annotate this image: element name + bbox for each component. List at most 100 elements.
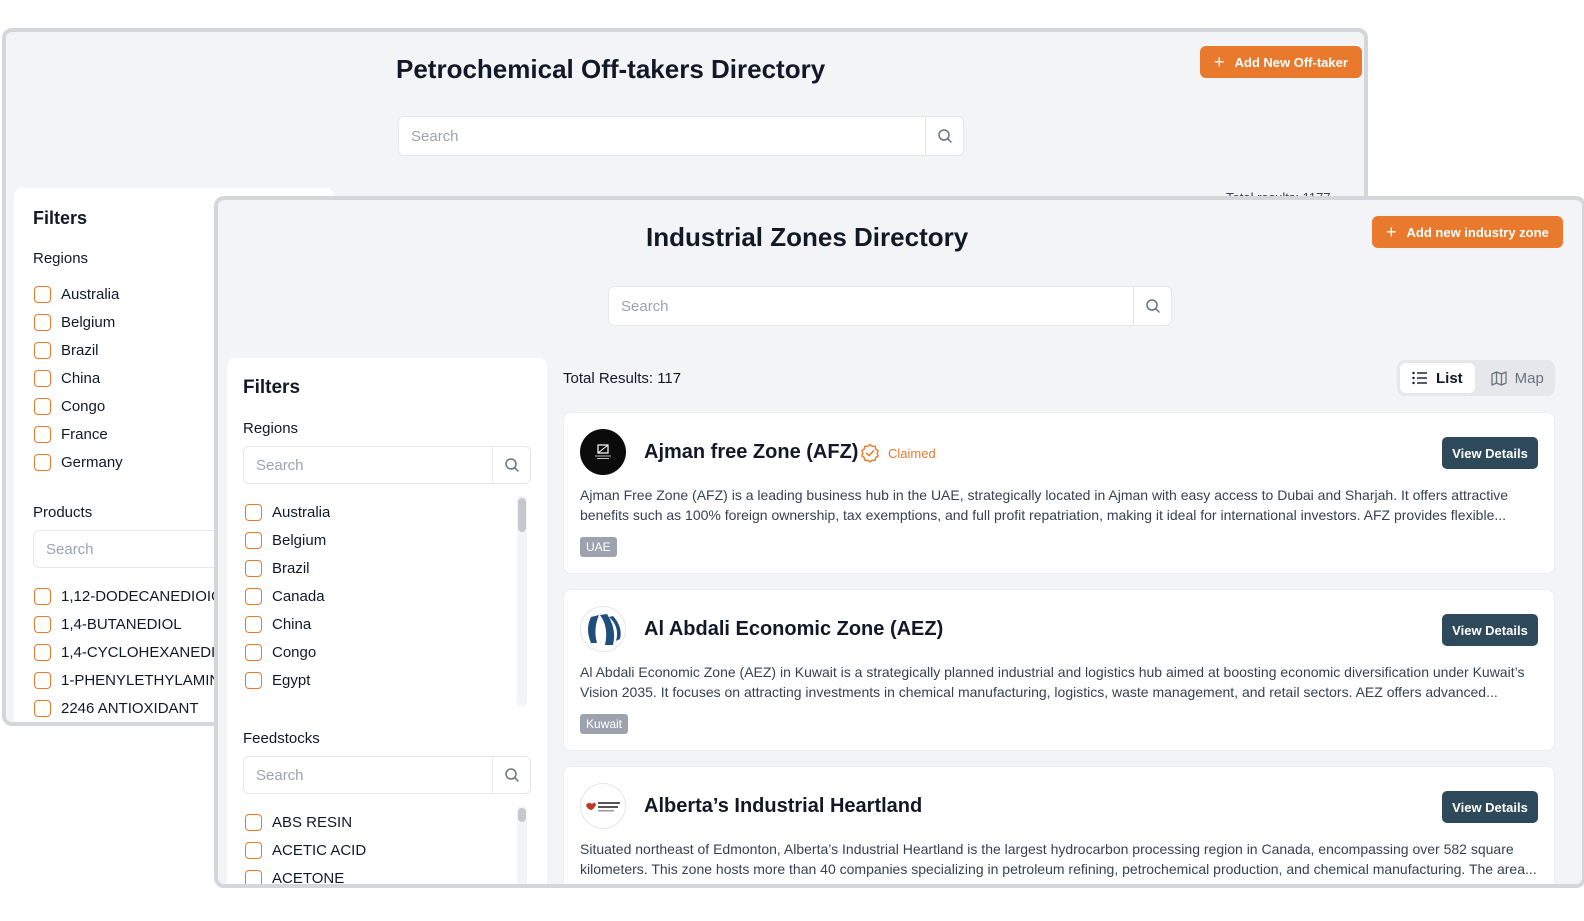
checkbox[interactable] <box>245 671 262 689</box>
filters-heading: Filters <box>33 208 88 228</box>
checkbox[interactable] <box>245 841 262 859</box>
checkbox[interactable] <box>34 341 51 359</box>
region-option[interactable]: Australia <box>245 498 330 526</box>
region-tag: Kuwait <box>580 714 629 734</box>
verified-badge-icon <box>861 443 879 463</box>
page-title: Petrochemical Off-takers Directory <box>396 54 826 84</box>
add-industry-zone-label: Add new industry zone <box>1406 224 1549 240</box>
checkbox[interactable] <box>34 699 51 717</box>
checkbox[interactable] <box>34 369 51 387</box>
view-details-button[interactable]: View Details <box>1442 614 1538 646</box>
region-option[interactable]: Congo <box>34 392 123 420</box>
region-option[interactable]: Brazil <box>245 554 330 582</box>
feedstock-option[interactable]: ACETONE <box>245 864 366 884</box>
checkbox[interactable] <box>34 313 51 331</box>
regions-list: Australia Belgium Brazil China Congo Fra… <box>34 280 123 476</box>
list-icon <box>1412 371 1427 385</box>
regions-list: Australia Belgium Brazil Canada China Co… <box>245 498 330 706</box>
product-option[interactable]: 2246 ANTIOXIDANT <box>34 694 235 722</box>
feedstock-option[interactable]: ABS RESIN <box>245 808 366 836</box>
map-view-tab[interactable]: Map <box>1479 363 1556 393</box>
product-option[interactable]: 1,4-BUTANEDIOL <box>34 610 235 638</box>
region-option[interactable]: Congo <box>245 638 330 666</box>
scroll-thumb[interactable] <box>518 498 526 532</box>
plus-icon: + <box>1214 52 1225 72</box>
add-industry-zone-button[interactable]: + Add new industry zone <box>1372 216 1563 248</box>
search-input[interactable]: Search <box>609 287 1133 325</box>
filters-heading: Filters <box>243 377 301 398</box>
regions-search: Search <box>243 446 531 484</box>
zone-name[interactable]: Alberta’s Industrial Heartland <box>644 795 922 818</box>
products-label: Products <box>33 504 93 521</box>
zone-name[interactable]: Al Abdali Economic Zone (AEZ) <box>644 618 943 641</box>
add-offtaker-label: Add New Off-taker <box>1234 54 1348 70</box>
zone-name[interactable]: Ajman free Zone (AFZ) <box>644 441 858 464</box>
search-input[interactable]: Search <box>399 117 925 155</box>
region-option[interactable]: Egypt <box>245 666 330 694</box>
checkbox[interactable] <box>245 503 262 521</box>
region-option[interactable]: Canada <box>245 582 330 610</box>
checkbox[interactable] <box>245 643 262 661</box>
region-option[interactable]: China <box>34 364 123 392</box>
claimed-badge: Claimed <box>860 443 936 463</box>
zone-logo <box>580 783 626 829</box>
zone-logo <box>580 606 626 652</box>
region-option[interactable]: Brazil <box>34 336 123 364</box>
checkbox[interactable] <box>245 869 262 884</box>
zone-card: Alberta’s Industrial Heartland View Deta… <box>563 766 1555 884</box>
checkbox[interactable] <box>245 531 262 549</box>
checkbox[interactable] <box>34 643 51 661</box>
search-icon <box>504 458 519 472</box>
list-view-tab[interactable]: List <box>1400 363 1475 393</box>
results-total: Total Results: 117 <box>563 370 682 387</box>
zone-description: Ajman Free Zone (AFZ) is a leading busin… <box>580 487 1509 523</box>
region-option[interactable]: Germany <box>34 448 123 476</box>
search-icon <box>504 768 519 782</box>
checkbox[interactable] <box>34 615 51 633</box>
regions-search-input[interactable]: Search <box>244 447 492 483</box>
product-option[interactable]: 1,12-DODECANEDIOIC A <box>34 582 235 610</box>
checkbox[interactable] <box>34 285 51 303</box>
checkbox[interactable] <box>245 615 262 633</box>
feedstock-option[interactable]: ACETIC ACID <box>245 836 366 864</box>
feedstocks-search: Search <box>243 756 531 794</box>
regions-search-button[interactable] <box>492 447 530 483</box>
region-option[interactable]: Belgium <box>34 308 123 336</box>
checkbox[interactable] <box>34 587 51 605</box>
product-option[interactable]: 1,4-CYCLOHEXANEDIM <box>34 638 235 666</box>
checkbox[interactable] <box>34 425 51 443</box>
search-bar: Search <box>608 286 1172 326</box>
feedstocks-search-button[interactable] <box>492 757 530 793</box>
checkbox[interactable] <box>245 559 262 577</box>
region-tag: UAE <box>580 537 617 557</box>
view-details-button[interactable]: View Details <box>1442 437 1538 469</box>
checkbox[interactable] <box>245 587 262 605</box>
checkbox[interactable] <box>34 671 51 689</box>
region-option[interactable]: Belgium <box>245 526 330 554</box>
regions-label: Regions <box>243 420 299 437</box>
page-title: Industrial Zones Directory <box>646 222 969 252</box>
view-details-button[interactable]: View Details <box>1442 791 1538 823</box>
region-option[interactable]: Australia <box>34 280 123 308</box>
regions-scrollbar[interactable] <box>517 496 527 706</box>
add-offtaker-button[interactable]: + Add New Off-taker <box>1200 46 1362 78</box>
regions-label: Regions <box>33 250 89 267</box>
region-option[interactable]: France <box>34 420 123 448</box>
checkbox[interactable] <box>34 453 51 471</box>
product-option[interactable]: 1-PHENYLETHYLAMINE <box>34 666 235 694</box>
scroll-thumb[interactable] <box>518 808 526 822</box>
search-button[interactable] <box>1133 287 1171 325</box>
checkbox[interactable] <box>34 397 51 415</box>
plus-icon: + <box>1386 222 1397 242</box>
feedstocks-search-input[interactable]: Search <box>244 757 492 793</box>
region-option[interactable]: China <box>245 610 330 638</box>
zone-card: Ajman free Zone (AFZ) Claimed View Detai… <box>563 412 1555 574</box>
feedstocks-list: ABS RESIN ACETIC ACID ACETONE <box>245 808 366 884</box>
feedstocks-label: Feedstocks <box>243 730 320 747</box>
zone-description: Situated northeast of Edmonton, Alberta’… <box>580 841 1537 877</box>
industrial-zones-window: Industrial Zones Directory + Add new ind… <box>214 196 1584 888</box>
search-icon <box>1145 299 1160 313</box>
search-button[interactable] <box>925 117 963 155</box>
checkbox[interactable] <box>245 813 262 831</box>
feedstocks-scrollbar[interactable] <box>517 806 527 884</box>
